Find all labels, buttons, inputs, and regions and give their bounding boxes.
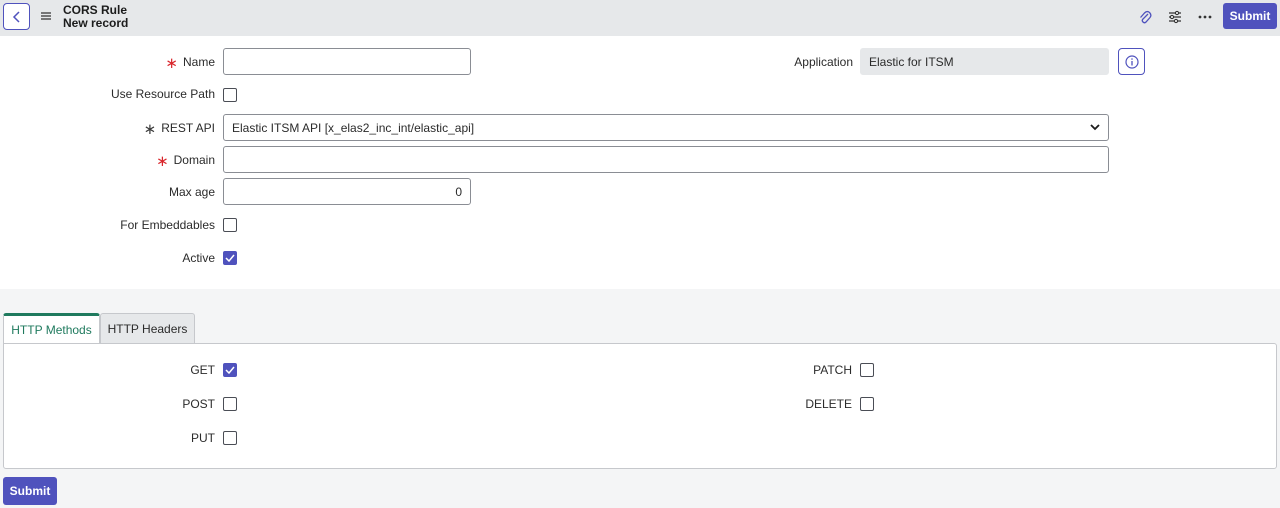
title-block: CORS Rule New record <box>63 4 128 30</box>
more-options-button[interactable] <box>1196 8 1214 26</box>
for-embeddables-label: For Embeddables <box>120 218 215 232</box>
form-subtitle: New record <box>63 16 129 30</box>
hamburger-menu-button[interactable] <box>40 10 52 22</box>
put-checkbox[interactable] <box>223 431 237 445</box>
rest-api-label: ∗ REST API <box>144 120 215 138</box>
delete-label: DELETE <box>805 397 852 411</box>
checkmark-icon <box>225 366 235 374</box>
attachment-button[interactable] <box>1136 8 1154 26</box>
domain-label: ∗ Domain <box>156 152 215 170</box>
rest-api-select[interactable]: Elastic ITSM API [x_elas2_inc_int/elasti… <box>223 114 1109 141</box>
application-info-button[interactable] <box>1118 48 1145 75</box>
chevron-left-icon <box>12 10 20 23</box>
domain-label-text: Domain <box>173 153 215 167</box>
back-button[interactable] <box>3 3 30 30</box>
use-resource-path-label: Use Resource Path <box>110 87 215 101</box>
tab-http-headers[interactable]: HTTP Headers <box>100 313 195 343</box>
active-label: Active <box>182 251 215 265</box>
required-marker: ∗ <box>156 153 169 170</box>
required-marker: ∗ <box>165 55 178 72</box>
patch-label: PATCH <box>813 363 852 377</box>
checkmark-icon <box>225 254 235 262</box>
rest-api-selected-value: Elastic ITSM API [x_elas2_inc_int/elasti… <box>232 120 475 135</box>
application-label: Application <box>794 55 853 69</box>
required-marker: ∗ <box>143 121 157 138</box>
paperclip-icon <box>1140 10 1152 24</box>
get-checkbox[interactable] <box>223 363 237 377</box>
form-header: CORS Rule New record Submit <box>0 0 1280 36</box>
delete-checkbox[interactable] <box>860 397 874 411</box>
domain-input[interactable] <box>223 146 1109 173</box>
header-submit-button[interactable]: Submit <box>1223 3 1277 29</box>
use-resource-path-checkbox[interactable] <box>223 88 237 102</box>
chevron-down-icon <box>1090 124 1100 131</box>
get-label: GET <box>190 363 215 377</box>
personalize-form-button[interactable] <box>1166 8 1184 26</box>
active-checkbox[interactable] <box>223 251 237 265</box>
tab-http-methods[interactable]: HTTP Methods <box>3 313 100 344</box>
for-embeddables-checkbox[interactable] <box>223 218 237 232</box>
footer-submit-button[interactable]: Submit <box>3 477 57 505</box>
more-icon <box>1198 15 1212 19</box>
post-label: POST <box>182 397 215 411</box>
application-field: Elastic for ITSM <box>860 48 1109 75</box>
post-checkbox[interactable] <box>223 397 237 411</box>
patch-checkbox[interactable] <box>860 363 874 377</box>
max-age-input[interactable]: 0 <box>223 178 471 205</box>
max-age-label: Max age <box>168 185 215 199</box>
name-label-text: Name <box>182 55 215 69</box>
rest-api-label-text: REST API <box>161 121 215 135</box>
put-label: PUT <box>191 431 215 445</box>
sliders-icon <box>1169 10 1181 24</box>
name-input[interactable] <box>223 48 471 75</box>
info-icon <box>1124 54 1139 69</box>
hamburger-icon <box>41 12 51 20</box>
name-label: ∗ Name <box>165 54 215 72</box>
